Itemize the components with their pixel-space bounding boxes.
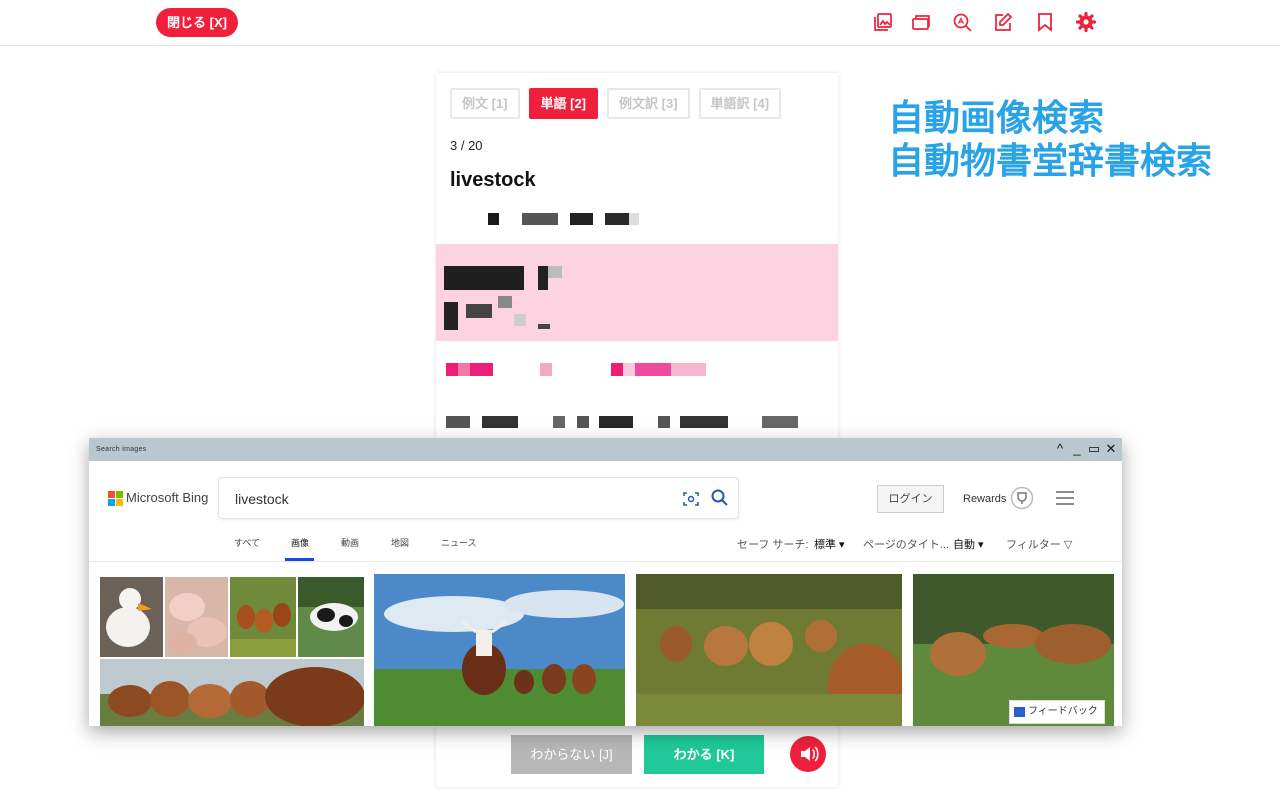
image-result-pigs[interactable]: [165, 577, 228, 657]
search-input[interactable]: livestock: [218, 477, 739, 519]
search-icon[interactable]: [710, 488, 730, 508]
promo-line-1: 自動画像検索: [888, 97, 1105, 138]
safe-search-label: セーフ サーチ:: [737, 539, 809, 551]
card-word: livestock: [450, 169, 536, 191]
search-query: livestock: [235, 491, 289, 507]
definition-highlight: [436, 244, 838, 341]
collapse-icon[interactable]: ^: [1053, 441, 1067, 457]
page-title-dropdown[interactable]: 自動 ▾: [953, 536, 984, 552]
page-title-value: 自動: [953, 539, 975, 551]
card-tabs: 例文 [1] 単語 [2] 例文訳 [3] 単語訳 [4]: [450, 88, 782, 119]
know-button[interactable]: わかる [K]: [644, 735, 764, 774]
window-title: Search images: [96, 446, 147, 453]
promo-line-2: 自動物書堂辞書検索: [888, 140, 1213, 181]
login-button[interactable]: ログイン: [877, 485, 944, 513]
filter-icon: ▽: [1063, 539, 1073, 551]
edit-icon[interactable]: [992, 11, 1014, 33]
window-titlebar[interactable]: Search images ^ _ ▭ ✕: [89, 438, 1122, 461]
feedback-button[interactable]: フィードバック: [1009, 700, 1105, 724]
tab-word[interactable]: 単語 [2]: [528, 88, 599, 119]
search-images-window: Search images ^ _ ▭ ✕ Microsoft Bing liv…: [89, 438, 1122, 726]
card-icon[interactable]: [910, 11, 932, 33]
image-result-cattle-herd[interactable]: [100, 659, 364, 726]
gear-icon[interactable]: [1075, 11, 1097, 33]
image-result-chickens[interactable]: [230, 577, 296, 657]
nav-all[interactable]: すべて: [234, 536, 260, 549]
minimize-icon[interactable]: _: [1070, 441, 1084, 457]
app-root: 閉じる [X] 例文 [1] 単語 [2] 例文訳 [3] 単語訳 [4] 3 …: [0, 0, 1280, 800]
speaker-icon[interactable]: [790, 736, 826, 772]
visual-search-icon[interactable]: [682, 490, 700, 508]
hamburger-menu-icon[interactable]: [1055, 489, 1075, 507]
safe-search-value: 標準: [814, 539, 836, 551]
filter-button[interactable]: フィルター ▽: [1006, 536, 1072, 552]
close-button[interactable]: 閉じる [X]: [156, 8, 238, 37]
feedback-label: フィードバック: [1028, 706, 1098, 717]
rewards-icon[interactable]: [1010, 486, 1034, 510]
tab-example-translation[interactable]: 例文訳 [3]: [607, 88, 690, 119]
top-bar: 閉じる [X]: [0, 0, 1280, 46]
page-title-label: ページのタイト...: [863, 539, 949, 551]
bing-logo[interactable]: Microsoft Bing: [108, 490, 209, 506]
card-progress: 3 / 20: [450, 138, 483, 153]
answer-buttons: わからない [J] わかる [K]: [436, 735, 838, 775]
image-result-duck[interactable]: [100, 577, 163, 657]
feedback-icon: [1014, 707, 1025, 717]
image-result-jersey-herd[interactable]: [636, 574, 902, 726]
close-window-icon[interactable]: ✕: [1104, 441, 1118, 457]
bing-logo-text: Microsoft Bing: [126, 490, 209, 505]
filter-label: フィルター: [1006, 539, 1061, 551]
tab-example[interactable]: 例文 [1]: [450, 88, 520, 119]
microsoft-logo-icon: [108, 490, 123, 506]
gallery-icon[interactable]: [872, 11, 894, 33]
nav-images[interactable]: 画像: [291, 536, 309, 549]
rewards-link[interactable]: Rewards: [963, 493, 1006, 505]
image-result-holstein[interactable]: [298, 577, 364, 657]
promo-text: 自動画像検索 自動物書堂辞書検索: [888, 96, 1212, 182]
nav-videos[interactable]: 動画: [341, 536, 359, 549]
safe-search-dropdown[interactable]: 標準 ▾: [814, 536, 845, 552]
nav-maps[interactable]: 地図: [391, 536, 409, 549]
dont-know-button[interactable]: わからない [J]: [511, 735, 632, 774]
bookmark-icon[interactable]: [1034, 11, 1056, 33]
maximize-icon[interactable]: ▭: [1087, 441, 1101, 457]
image-result-cow-sky[interactable]: [374, 574, 625, 726]
zoom-search-icon[interactable]: [951, 11, 973, 33]
header-divider: [89, 561, 1122, 562]
nav-news[interactable]: ニュース: [441, 536, 477, 549]
tab-word-translation[interactable]: 単語訳 [4]: [698, 88, 782, 119]
